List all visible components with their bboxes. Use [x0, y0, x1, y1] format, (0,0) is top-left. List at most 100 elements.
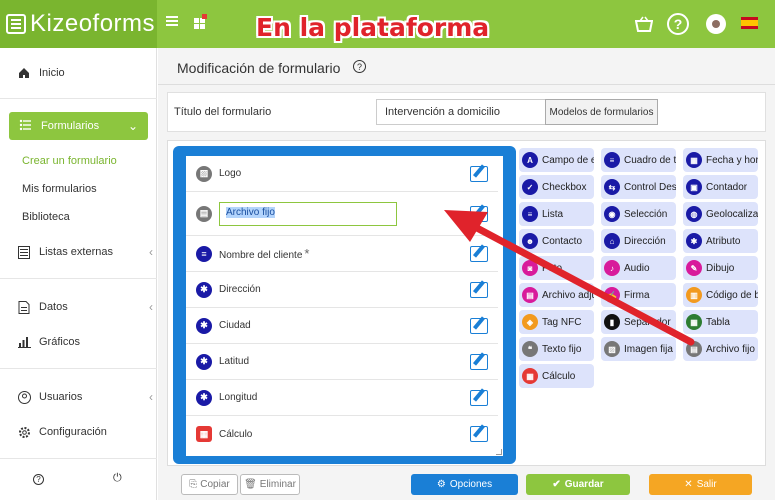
footer-help-icon[interactable]: ?: [33, 474, 44, 485]
form-field-nombre-cliente[interactable]: ≡ Nombre del cliente *: [186, 236, 498, 272]
form-field-archivo-fijo[interactable]: ▤ Archivo fijo: [186, 192, 498, 236]
save-label: Guardar: [564, 479, 604, 490]
palette-item[interactable]: ▨ Imagen fija: [601, 337, 676, 361]
palette-item[interactable]: ✍ Firma: [601, 283, 676, 307]
palette-item[interactable]: ♪ Audio: [601, 256, 676, 280]
palette-item[interactable]: ▮ Separador: [601, 310, 676, 334]
top-bar: Kizeoforms En la plataforma ?: [0, 0, 775, 48]
field-label: Archivo fijo: [226, 206, 275, 218]
logo-icon: [6, 14, 26, 34]
sidebar-item-listas-externas[interactable]: Listas externas ‹: [17, 245, 153, 259]
resize-handle[interactable]: [496, 449, 502, 455]
palette-item[interactable]: ⌂ Dirección: [601, 229, 676, 253]
palette-item[interactable]: ✱ Atributo: [683, 229, 758, 253]
palette-item-label: Lista: [542, 208, 564, 220]
palette-item[interactable]: ◈ Tag NFC: [519, 310, 594, 334]
sidebar-item-usuarios[interactable]: Usuarios ‹: [17, 390, 153, 404]
chevron-left-icon: ‹: [149, 390, 153, 404]
form-field-direccion[interactable]: ✱ Dirección: [186, 272, 498, 308]
palette-item[interactable]: ◙ Foto: [519, 256, 594, 280]
field-label: Nombre del cliente: [219, 250, 303, 261]
palette-item[interactable]: A Campo de en: [519, 148, 594, 172]
divider: [0, 98, 157, 99]
menu-toggle-icon[interactable]: [166, 16, 178, 18]
sidebar-item-graficos[interactable]: Gráficos: [17, 335, 80, 349]
palette-item-label: Dirección: [624, 235, 666, 247]
palette-item[interactable]: ▥ Código de ba: [683, 283, 758, 307]
form-models-button[interactable]: Modelos de formularios: [545, 99, 658, 125]
logo[interactable]: Kizeoforms: [0, 0, 157, 48]
divider: [0, 458, 157, 459]
spain-flag-icon[interactable]: [741, 17, 758, 29]
slider-icon: ⇆: [604, 179, 620, 195]
sidebar-item-formularios[interactable]: Formularios ⌄: [9, 112, 148, 140]
options-button[interactable]: ⚙ Opciones: [411, 474, 518, 495]
counter-icon: ▣: [686, 179, 702, 195]
edit-icon[interactable]: [470, 205, 488, 222]
sidebar-item-datos[interactable]: Datos ‹: [17, 300, 153, 314]
sidebar-item-inicio[interactable]: Inicio: [17, 66, 65, 80]
palette-item-label: Foto: [542, 262, 563, 274]
signature-icon: ✍: [604, 287, 620, 303]
palette-item[interactable]: ☻ Contacto: [519, 229, 594, 253]
field-label: Cálculo: [219, 428, 253, 440]
palette-item[interactable]: ▤ Archivo adju: [519, 283, 594, 307]
form-field-latitud[interactable]: ✱ Latitud: [186, 344, 498, 380]
sidebar-sub-crear[interactable]: Crear un formulario: [22, 155, 117, 167]
list-icon: [19, 119, 33, 133]
help-icon[interactable]: ?: [667, 13, 689, 35]
palette-item-label: Cálculo: [542, 370, 576, 382]
help-icon[interactable]: ?: [353, 60, 366, 73]
form-field-calculo[interactable]: ▦ Cálculo: [186, 416, 498, 452]
palette-item[interactable]: ▦ Cálculo: [519, 364, 594, 388]
edit-icon[interactable]: [470, 245, 488, 262]
palette-item[interactable]: ◉ Selección: [601, 202, 676, 226]
sidebar-item-label: Usuarios: [39, 391, 83, 403]
palette-item-label: Geolocalizaci: [706, 208, 758, 220]
apps-grid-icon[interactable]: [194, 14, 208, 29]
sidebar-sub-biblioteca[interactable]: Biblioteca: [22, 211, 70, 223]
palette-item[interactable]: ✎ Dibujo: [683, 256, 758, 280]
palette-item[interactable]: ≡ Cuadro de te: [601, 148, 676, 172]
edit-icon[interactable]: [470, 165, 488, 182]
palette-item[interactable]: ▤ Archivo fijo: [683, 337, 758, 361]
palette-item[interactable]: ▦ Fecha y hora: [683, 148, 758, 172]
exit-button[interactable]: ✕ Salir: [649, 474, 752, 495]
calculator-icon: ▦: [196, 426, 212, 442]
power-icon[interactable]: ⏻: [113, 472, 122, 485]
form-title-input[interactable]: Intervención a domicilio: [376, 99, 546, 125]
form-field-ciudad[interactable]: ✱ Ciudad: [186, 308, 498, 344]
save-button[interactable]: ✔ Guardar: [526, 474, 630, 495]
overlay-title: En la plataforma: [256, 13, 490, 42]
field-label: Ciudad: [219, 320, 251, 331]
basket-icon[interactable]: [633, 13, 655, 35]
sidebar-sub-mis-formularios[interactable]: Mis formularios: [22, 183, 97, 195]
form-field-longitud[interactable]: ✱ Longitud: [186, 380, 498, 416]
close-icon: ✕: [684, 479, 693, 490]
palette-item-label: Texto fijo: [542, 343, 582, 355]
palette-item[interactable]: ⇆ Control Desli: [601, 175, 676, 199]
chevron-down-icon: ⌄: [127, 119, 138, 133]
sidebar-item-configuracion[interactable]: Configuración: [17, 425, 107, 439]
palette-item[interactable]: ◍ Geolocalizaci: [683, 202, 758, 226]
palette-item[interactable]: ▣ Contador: [683, 175, 758, 199]
palette-item[interactable]: ≡ Lista: [519, 202, 594, 226]
edit-icon[interactable]: [470, 317, 488, 334]
palette-item-label: Checkbox: [542, 181, 587, 193]
palette-item-label: Atributo: [706, 235, 741, 247]
edit-icon[interactable]: [470, 426, 488, 442]
sidebar-item-label: Listas externas: [39, 246, 113, 258]
palette-item[interactable]: ❝ Texto fijo: [519, 337, 594, 361]
copy-button[interactable]: ⎘ Copiar: [181, 474, 238, 495]
palette-item-label: Código de ba: [706, 289, 758, 301]
edit-icon[interactable]: [470, 281, 488, 298]
delete-button[interactable]: 🗑 Eliminar: [240, 474, 300, 495]
avatar[interactable]: [706, 14, 726, 34]
palette-item[interactable]: ✓ Checkbox: [519, 175, 594, 199]
form-field-logo[interactable]: ▨ Logo: [186, 156, 498, 192]
edit-icon[interactable]: [470, 389, 488, 406]
edit-icon[interactable]: [470, 353, 488, 370]
palette-item[interactable]: ▦ Tabla: [683, 310, 758, 334]
sidebar-item-label: Gráficos: [39, 336, 80, 348]
field-label-input[interactable]: Archivo fijo: [219, 201, 397, 226]
